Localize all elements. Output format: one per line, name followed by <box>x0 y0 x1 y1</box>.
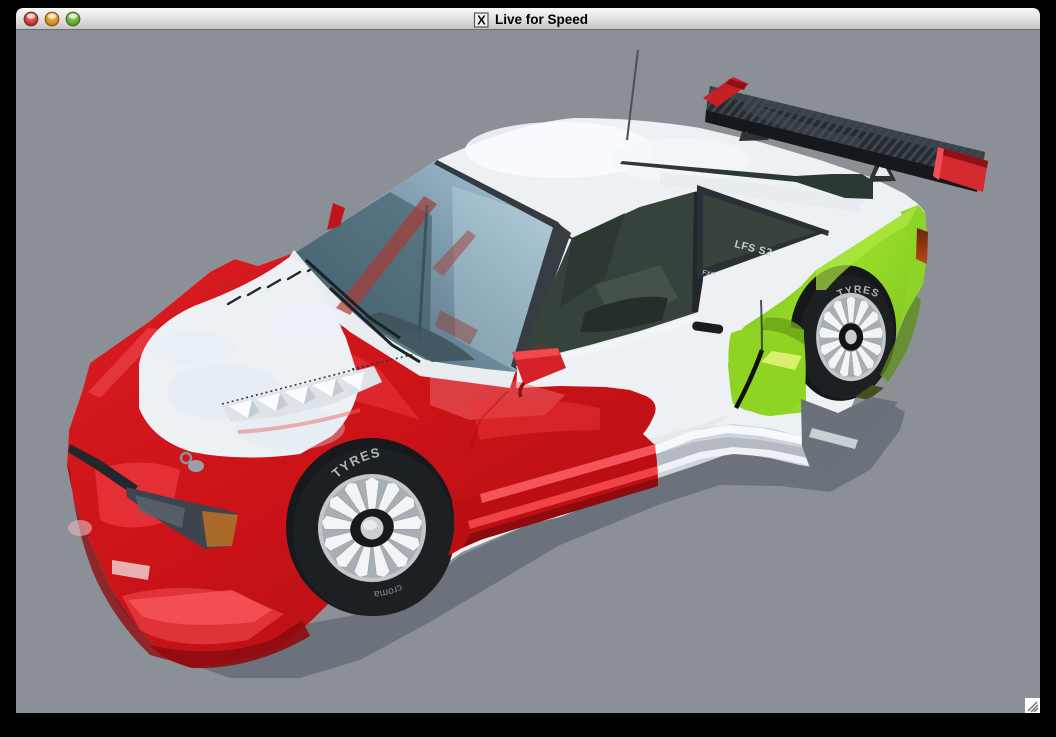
svg-text:X: X <box>477 13 486 28</box>
svg-text:Live for Speed: Live for Speed <box>495 12 588 27</box>
